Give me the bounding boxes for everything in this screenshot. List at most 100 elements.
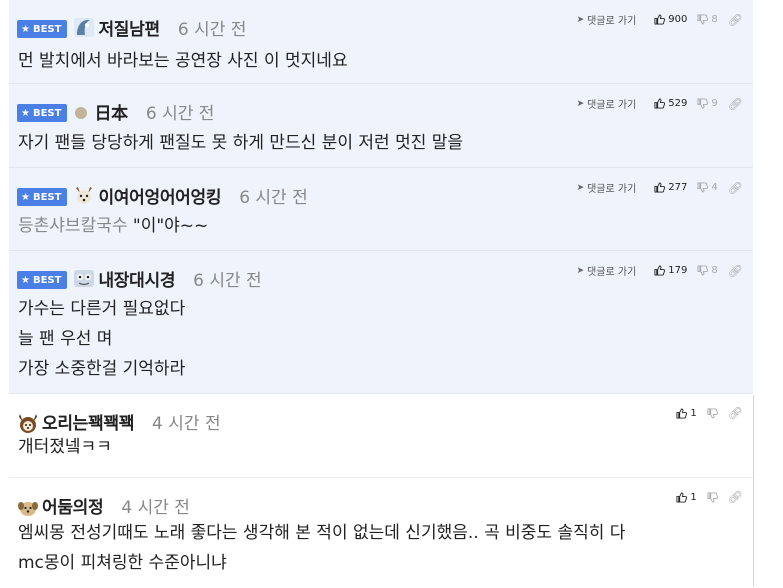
thumb-up-icon	[654, 265, 666, 276]
nickname[interactable]: 日本	[94, 99, 128, 124]
user-avatar-icon[interactable]	[73, 184, 95, 206]
thumb-down-icon	[697, 182, 709, 193]
nickname[interactable]: 이여어엉어어엉킹	[98, 183, 221, 208]
comment-actions: 1 🔗︎	[676, 406, 743, 420]
thumb-down-icon	[697, 14, 709, 25]
timestamp: 6 시간 전	[145, 103, 215, 124]
best-badge: ★ BEST	[17, 20, 68, 38]
nickname[interactable]: 어둠의정	[42, 493, 104, 518]
upvote-count: 1	[690, 407, 697, 419]
comment-item: 오리는꽥꽥꽥 4 시간 전 1 🔗︎ 개터졌넼ㅋㅋ	[9, 394, 753, 478]
timestamp: 4 시간 전	[121, 497, 190, 518]
comment-item: 어둠의정 4 시간 전 1 🔗︎ 엠씨몽 전성기때도 노래 좋다는 생각해 본 …	[9, 478, 753, 588]
best-badge: ★ BEST	[17, 271, 68, 289]
comment-body: 먼 발치에서 바라보는 공연장 사진 이 멋지네요	[18, 46, 348, 76]
thumb-up-icon	[676, 407, 688, 419]
link-icon[interactable]: 🔗︎	[728, 13, 743, 27]
downvote-count: 4	[711, 182, 718, 193]
downvote-button[interactable]: 4	[697, 182, 718, 193]
reply-link[interactable]: ➤ 댓글로 가기	[576, 180, 637, 196]
downvote-count: 9	[711, 98, 718, 109]
star-icon: ★	[21, 274, 30, 286]
timestamp: 4 시간 전	[152, 413, 221, 434]
upvote-button[interactable]: 1	[676, 407, 697, 419]
comment-actions: ➤ 댓글로 가기 179 8 🔗︎	[576, 263, 743, 279]
upvote-button[interactable]: 277	[654, 182, 687, 193]
comment-line: 가수는 다른거 필요없다	[18, 299, 186, 319]
comment-actions: ➤ 댓글로 가기 529 9 🔗︎	[576, 96, 743, 112]
link-icon[interactable]: 🔗︎	[728, 264, 743, 278]
page-margin	[753, 0, 783, 586]
nickname[interactable]: 저질남편	[98, 15, 160, 40]
divider	[753, 395, 754, 586]
comment-actions: ➤ 댓글로 가기 900 8 🔗︎	[576, 12, 743, 28]
reply-target-nickname[interactable]: 등촌샤브칼국수	[18, 216, 127, 236]
comment-header: 오리는꽥꽥꽥 4 시간 전	[17, 408, 221, 434]
comment-header: ★ BEST 이여어엉어어엉킹 6 시간 전	[17, 182, 308, 208]
upvote-count: 179	[668, 265, 688, 276]
star-icon: ★	[21, 23, 30, 35]
thumb-down-icon	[697, 98, 709, 109]
upvote-count: 277	[668, 182, 688, 193]
nickname[interactable]: 내장대시경	[98, 266, 175, 291]
arrow-icon: ➤	[576, 265, 585, 276]
timestamp: 6 시간 전	[239, 187, 308, 208]
comment-header: 어둠의정 4 시간 전	[17, 492, 190, 518]
comment-body: 자기 팬들 당당하게 팬질도 못 하게 만드신 분이 저런 멋진 말을	[18, 128, 463, 158]
comment-header: ★ BEST 저질남편 6 시간 전	[17, 14, 246, 40]
comment-item: ★ BEST 이여어엉어어엉킹 6 시간 전 ➤ 댓글로 가기 277 4 🔗︎ 등…	[9, 168, 753, 251]
comment-body: 등촌샤브칼국수 "이"야~~	[18, 211, 208, 241]
reply-link[interactable]: ➤ 댓글로 가기	[576, 263, 637, 279]
downvote-button[interactable]: 8	[697, 14, 718, 25]
upvote-button[interactable]: 529	[654, 98, 687, 109]
comment-line: 가장 소중한걸 기억하라	[18, 359, 186, 379]
user-avatar-icon[interactable]	[73, 16, 95, 38]
downvote-button[interactable]	[707, 491, 718, 503]
comment-line: 엠씨몽 전성기때도 노래 좋다는 생각해 본 적이 없는데 신기했음.. 곡 비…	[18, 523, 626, 543]
downvote-button[interactable]: 9	[697, 98, 718, 109]
user-avatar-icon[interactable]	[17, 496, 39, 518]
arrow-icon: ➤	[576, 98, 585, 109]
thumb-up-icon	[676, 491, 688, 503]
downvote-button[interactable]	[707, 407, 718, 419]
thumb-down-icon	[707, 407, 718, 419]
upvote-count: 529	[668, 98, 688, 109]
arrow-icon: ➤	[576, 182, 585, 193]
comment-actions: 1 🔗︎	[676, 490, 743, 504]
upvote-button[interactable]: 900	[654, 14, 687, 25]
link-icon[interactable]: 🔗︎	[728, 181, 743, 195]
link-icon[interactable]: 🔗︎	[728, 490, 743, 504]
upvote-button[interactable]: 1	[676, 491, 697, 503]
thumb-up-icon	[654, 182, 666, 193]
user-avatar-icon[interactable]	[73, 267, 95, 289]
timestamp: 6 시간 전	[177, 19, 247, 40]
comment-actions: ➤ 댓글로 가기 277 4 🔗︎	[576, 180, 743, 196]
comment-header: ★ BEST 내장대시경 6 시간 전	[17, 265, 262, 291]
comment-body: 개터졌넼ㅋㅋ	[18, 432, 112, 462]
comment-body: 엠씨몽 전성기때도 노래 좋다는 생각해 본 적이 없는데 신기했음.. 곡 비…	[18, 518, 625, 578]
nickname[interactable]: 오리는꽥꽥꽥	[42, 409, 134, 434]
comment-line: 자기 팬들 당당하게 팬질도 못 하게 만드신 분이 저런 멋진 말을	[18, 133, 464, 153]
reply-link[interactable]: ➤ 댓글로 가기	[576, 12, 637, 28]
arrow-icon: ➤	[576, 14, 585, 25]
link-icon[interactable]: 🔗︎	[728, 97, 743, 111]
comment-line: mc몽이 피쳐링한 수준아니냐	[18, 553, 227, 573]
user-avatar-icon[interactable]	[73, 100, 91, 122]
upvote-button[interactable]: 179	[654, 265, 687, 276]
reply-link[interactable]: ➤ 댓글로 가기	[576, 96, 637, 112]
downvote-button[interactable]: 8	[697, 265, 718, 276]
downvote-count: 8	[711, 265, 718, 276]
link-icon[interactable]: 🔗︎	[728, 406, 743, 420]
comment-item: ★ BEST 日本 6 시간 전 ➤ 댓글로 가기 529 9 🔗︎ 자기 팬들 당…	[9, 84, 753, 168]
comment-item: ★ BEST 내장대시경 6 시간 전 ➤ 댓글로 가기 179 8 🔗︎ 가수는 …	[9, 251, 753, 394]
upvote-count: 900	[668, 14, 688, 25]
star-icon: ★	[21, 107, 30, 119]
upvote-count: 1	[690, 491, 697, 503]
star-icon: ★	[21, 191, 30, 203]
user-avatar-icon[interactable]	[17, 412, 39, 434]
thumb-down-icon	[697, 265, 709, 276]
best-badge: ★ BEST	[17, 188, 68, 206]
comment-line: 등촌샤브칼국수 "이"야~~	[18, 216, 209, 236]
best-badge: ★ BEST	[17, 104, 68, 122]
comment-header: ★ BEST 日本 6 시간 전	[17, 98, 214, 124]
